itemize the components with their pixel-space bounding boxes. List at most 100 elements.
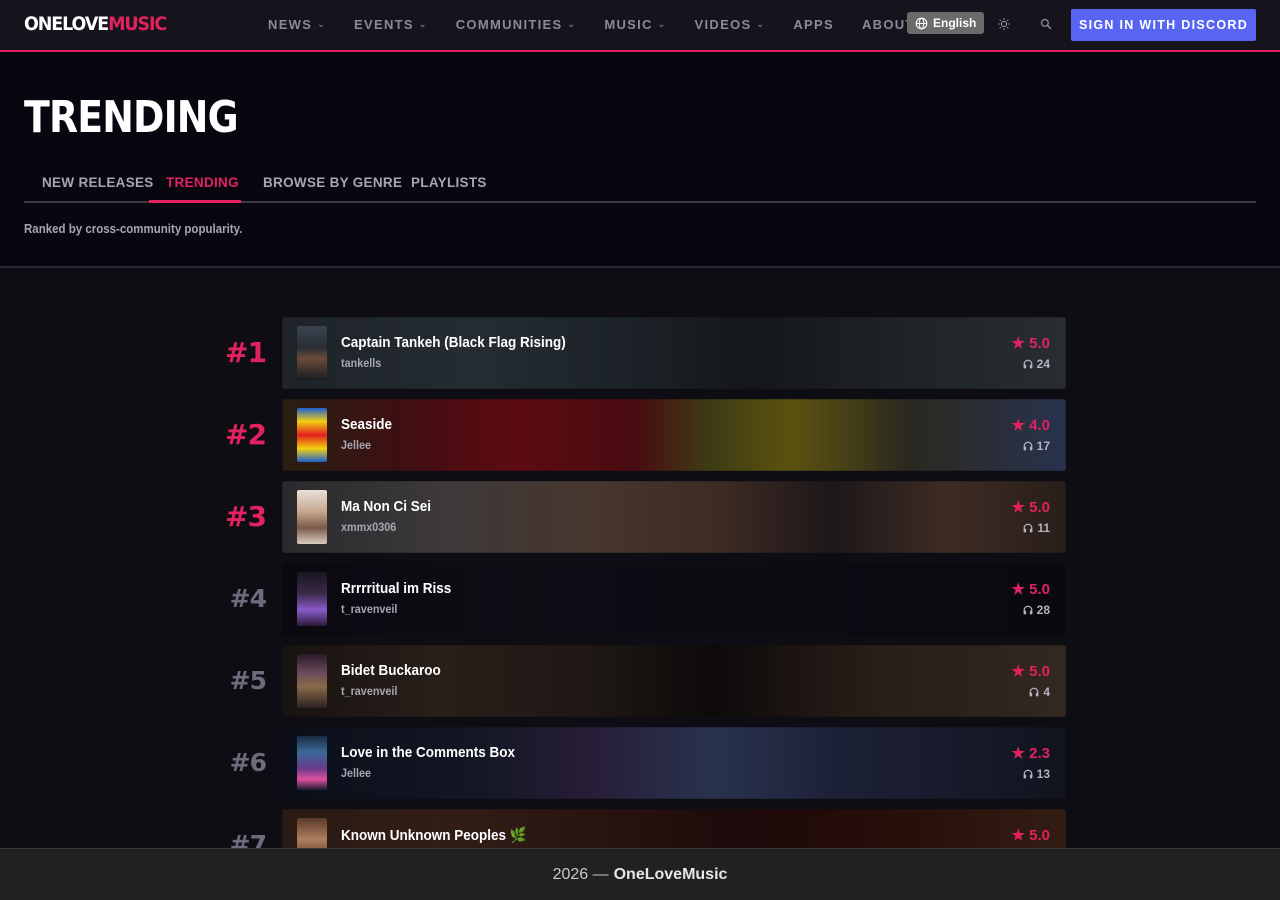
track-artist[interactable]: tankells — [341, 356, 381, 370]
track-rating: ★ 2.3 — [1012, 744, 1050, 762]
globe-icon — [915, 17, 928, 29]
chevron-down-icon: ⌄ — [567, 19, 577, 29]
headphones-icon — [1023, 769, 1033, 779]
sun-icon — [997, 17, 1011, 31]
star-icon: ★ — [1011, 663, 1025, 680]
nav-item-news[interactable]: NEWS ⌄ — [268, 17, 326, 32]
track-rating: ★ 5.0 — [1012, 662, 1050, 680]
track-row[interactable]: Captain Tankeh (Black Flag Rising) tanke… — [282, 317, 1066, 389]
track-title[interactable]: Bidet Buckaroo — [341, 662, 441, 679]
album-cover[interactable] — [297, 818, 327, 848]
trending-list: #1 Captain Tankeh (Black Flag Rising) ta… — [0, 270, 1280, 848]
rating-value: 5.0 — [1029, 335, 1050, 352]
album-cover[interactable] — [297, 736, 327, 790]
language-label: English — [933, 16, 977, 30]
nav-item-label: NEWS — [268, 17, 313, 32]
rating-value: 2.3 — [1029, 745, 1050, 762]
track-row[interactable]: Seaside Jellee ★ 4.0 17 — [282, 399, 1066, 471]
tab-trending[interactable]: TRENDING — [166, 175, 239, 190]
page-subtitle: Ranked by cross-community popularity. — [24, 222, 243, 236]
star-icon: ★ — [1011, 827, 1025, 844]
rank-number: #4 — [229, 584, 267, 613]
track-row-overlay — [282, 481, 1066, 553]
language-selector[interactable]: English — [907, 12, 985, 34]
track-plays: 24 — [1023, 357, 1050, 371]
album-cover[interactable] — [297, 572, 327, 626]
search-icon — [1040, 18, 1052, 30]
rank-number: #6 — [229, 748, 267, 777]
site-logo[interactable]: ONELOVEMUSIC — [24, 13, 167, 35]
track-plays: 4 — [1029, 685, 1050, 699]
top-navigation: ONELOVEMUSIC NEWS ⌄ EVENTS ⌄ COMMUNITIES ⌄ MUS… — [0, 0, 1280, 52]
track-artist[interactable]: Jellee — [341, 766, 371, 780]
star-icon: ★ — [1011, 499, 1025, 516]
headphones-icon — [1023, 605, 1033, 615]
search-button[interactable] — [1038, 16, 1054, 32]
plays-count: 4 — [1043, 685, 1050, 699]
nav-item-communities[interactable]: COMMUNITIES ⌄ — [456, 17, 577, 32]
nav-item-label: VIDEOS — [694, 17, 752, 32]
plays-count: 24 — [1036, 357, 1050, 371]
track-row[interactable]: Bidet Buckaroo t_ravenveil ★ 5.0 4 — [282, 645, 1066, 717]
nav-item-music[interactable]: MUSIC ⌄ — [604, 17, 666, 32]
nav-item-videos[interactable]: VIDEOS ⌄ — [695, 17, 766, 32]
headphones-icon — [1023, 523, 1033, 533]
track-rating: ★ 5.0 — [1012, 334, 1050, 352]
track-title[interactable]: Seaside — [341, 416, 392, 433]
track-artist[interactable]: Jellee — [341, 438, 371, 452]
rank-number: #5 — [229, 666, 267, 695]
theme-toggle-button[interactable] — [996, 16, 1012, 32]
tab-new-releases[interactable]: NEW RELEASES — [42, 175, 154, 190]
track-artist[interactable]: xmmx0306 — [341, 520, 396, 534]
nav-item-label: APPS — [793, 17, 834, 32]
track-artist[interactable]: t_ravenveil — [341, 684, 397, 698]
track-row-overlay — [282, 317, 1066, 389]
track-row[interactable]: Love in the Comments Box Jellee ★ 2.3 13 — [282, 727, 1066, 799]
track-title[interactable]: Love in the Comments Box — [341, 744, 515, 761]
rating-value: 5.0 — [1029, 663, 1050, 680]
headphones-icon — [1023, 359, 1033, 369]
rating-value: 4.0 — [1029, 417, 1050, 434]
nav-item-label: COMMUNITIES — [455, 17, 563, 32]
footer-brand[interactable]: OneLoveMusic — [614, 866, 728, 884]
chevron-down-icon: ⌄ — [418, 19, 428, 29]
rank-number: #2 — [225, 418, 267, 451]
star-icon: ★ — [1011, 417, 1025, 434]
track-row-overlay — [282, 563, 1066, 635]
track-plays: 11 — [1023, 521, 1050, 535]
rating-value: 5.0 — [1029, 581, 1050, 598]
plays-count: 13 — [1036, 767, 1050, 781]
track-row-overlay — [282, 645, 1066, 717]
headphones-icon — [1023, 441, 1033, 451]
page-title: TRENDING — [24, 92, 239, 143]
tab-playlists[interactable]: PLAYLISTS — [411, 175, 487, 190]
nav-item-apps[interactable]: APPS — [793, 17, 834, 32]
track-title[interactable]: Rrrrritual im Riss — [341, 580, 451, 597]
nav-item-events[interactable]: EVENTS ⌄ — [354, 17, 428, 32]
album-cover[interactable] — [297, 326, 327, 380]
tab-browse-by-genre[interactable]: BROWSE BY GENRE — [263, 175, 402, 190]
track-artist[interactable]: t_ravenveil — [341, 602, 397, 616]
album-cover[interactable] — [297, 408, 327, 462]
active-tab-indicator — [149, 200, 241, 203]
track-plays: 13 — [1023, 767, 1050, 781]
track-title[interactable]: Captain Tankeh (Black Flag Rising) — [341, 334, 566, 351]
track-title[interactable]: Known Unknown Peoples 🌿 — [341, 826, 527, 844]
track-row[interactable]: Known Unknown Peoples 🌿 ★ 5.0 — [282, 809, 1066, 848]
rating-value: 5.0 — [1029, 827, 1050, 844]
track-rating: ★ 5.0 — [1012, 580, 1050, 598]
track-title[interactable]: Ma Non Ci Sei — [341, 498, 431, 515]
track-row[interactable]: Rrrrritual im Riss t_ravenveil ★ 5.0 28 — [282, 563, 1066, 635]
sign-in-discord-button[interactable]: SIGN IN WITH DISCORD — [1071, 9, 1256, 41]
track-row[interactable]: Ma Non Ci Sei xmmx0306 ★ 5.0 11 — [282, 481, 1066, 553]
track-row-overlay — [282, 399, 1066, 471]
album-cover[interactable] — [297, 490, 327, 544]
track-rating: ★ 5.0 — [1012, 498, 1050, 516]
plays-count: 11 — [1037, 521, 1050, 535]
plays-count: 17 — [1036, 439, 1050, 453]
track-row-overlay — [282, 727, 1066, 799]
plays-count: 28 — [1036, 603, 1050, 617]
star-icon: ★ — [1011, 581, 1025, 598]
rank-number: #1 — [225, 336, 267, 369]
album-cover[interactable] — [297, 654, 327, 708]
